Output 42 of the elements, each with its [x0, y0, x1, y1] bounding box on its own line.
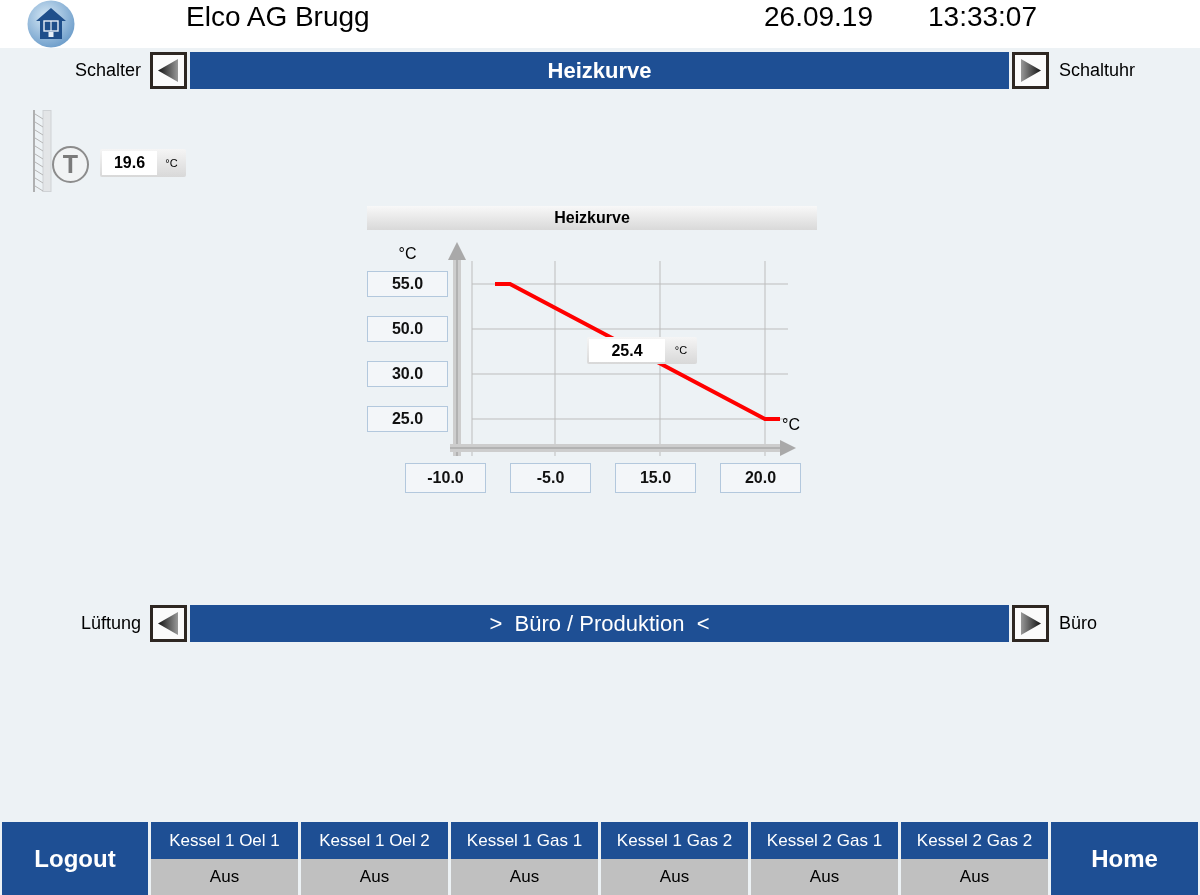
- boiler-status: Aus: [901, 859, 1048, 895]
- boiler-button[interactable]: Kessel 1 Gas 1: [451, 822, 598, 859]
- flow-temperature-field[interactable]: 30.0: [367, 361, 448, 387]
- previous-page-label: Lüftung: [79, 613, 141, 634]
- outdoor-temperature-field[interactable]: -10.0: [405, 463, 486, 493]
- boiler-status: Aus: [151, 859, 298, 895]
- outdoor-temperature-field[interactable]: -5.0: [510, 463, 591, 493]
- date-text: 26.09.19: [764, 1, 873, 33]
- y-axis-unit-label: °C: [398, 244, 417, 263]
- next-button[interactable]: [1012, 52, 1049, 89]
- outdoor-temperature-field[interactable]: 20.0: [720, 463, 801, 493]
- boiler-button[interactable]: Kessel 1 Oel 2: [301, 822, 448, 859]
- flow-temperature-field[interactable]: 55.0: [367, 271, 448, 297]
- boiler-button[interactable]: Kessel 2 Gas 1: [751, 822, 898, 859]
- boiler-status: Aus: [301, 859, 448, 895]
- next-button[interactable]: [1012, 605, 1049, 642]
- previous-button[interactable]: [150, 605, 187, 642]
- boiler-button[interactable]: Kessel 1 Oel 1: [151, 822, 298, 859]
- next-page-label: Büro: [1059, 613, 1098, 634]
- logout-button[interactable]: Logout: [2, 822, 148, 895]
- previous-button[interactable]: [150, 52, 187, 89]
- next-page-label: Schaltuhr: [1059, 60, 1136, 81]
- previous-page-label: Schalter: [73, 60, 141, 81]
- time-text: 13:33:07: [928, 1, 1037, 33]
- wall-hatching-icon: [33, 110, 52, 192]
- boiler-status: Aus: [451, 859, 598, 895]
- boiler-status: Aus: [601, 859, 748, 895]
- boiler-button[interactable]: Kessel 1 Gas 2: [601, 822, 748, 859]
- site-title: Elco AG Brugg: [186, 1, 371, 33]
- boiler-button[interactable]: Kessel 2 Gas 2: [901, 822, 1048, 859]
- unit-label: °C: [164, 156, 179, 171]
- flow-temperature-field[interactable]: 25.0: [367, 406, 448, 432]
- temperature-sensor-symbol: T: [52, 146, 89, 183]
- outdoor-temperature-field[interactable]: 15.0: [615, 463, 696, 493]
- chart-title-bar: Heizkurve: [367, 206, 817, 230]
- zone-title-bar: > Büro / Produktion <: [190, 605, 1009, 642]
- flow-temperature-field[interactable]: 50.0: [367, 316, 448, 342]
- boiler-status: Aus: [751, 859, 898, 895]
- page-title-bar: Heizkurve: [190, 52, 1009, 89]
- home-button[interactable]: Home: [1051, 822, 1198, 895]
- house-icon[interactable]: [27, 0, 75, 48]
- room-temperature-field: 19.6: [102, 151, 157, 175]
